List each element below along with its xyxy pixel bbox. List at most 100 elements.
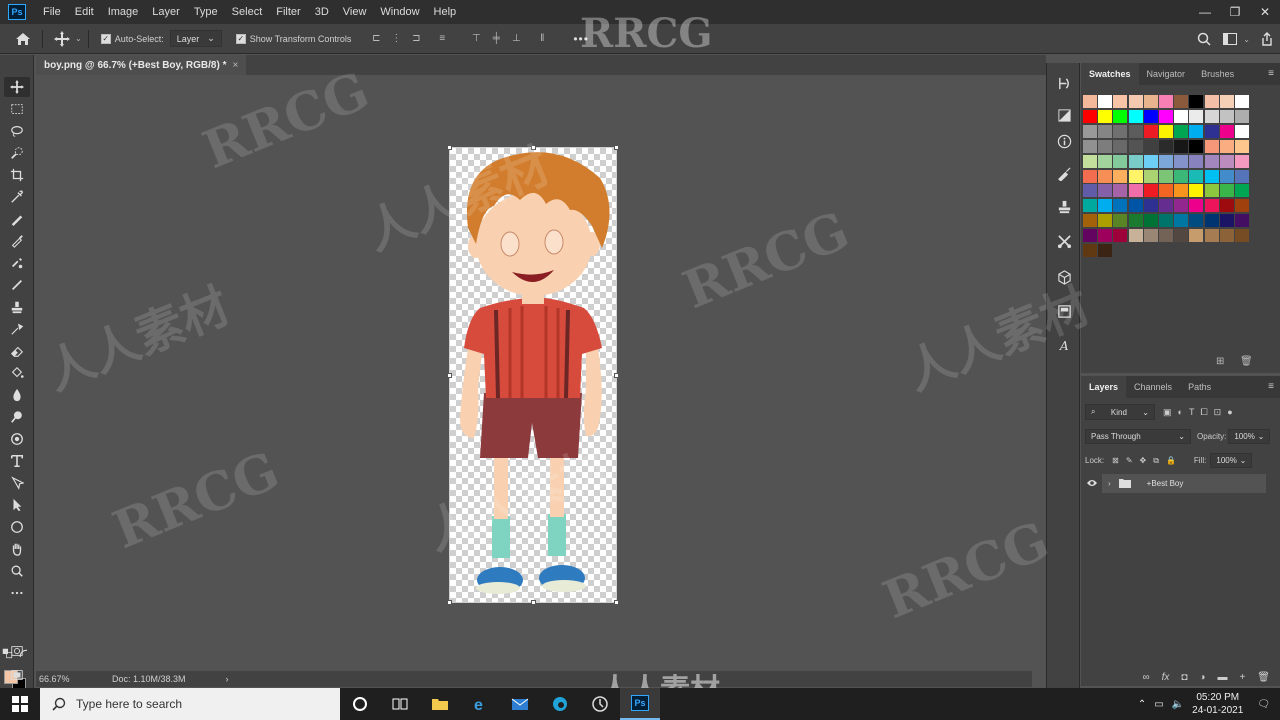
color-swatch[interactable] xyxy=(1219,169,1234,183)
color-swatch[interactable] xyxy=(1113,199,1128,213)
healing-brush-tool-icon[interactable] xyxy=(4,209,30,229)
color-swatch[interactable] xyxy=(1235,229,1249,243)
color-swatch[interactable] xyxy=(1113,169,1128,183)
canvas-area[interactable] xyxy=(36,75,1032,671)
color-swatch[interactable] xyxy=(1219,109,1234,123)
align-left-icon[interactable]: ⊏ xyxy=(367,31,385,47)
color-swatch[interactable] xyxy=(1128,95,1143,108)
auto-select-checkbox[interactable]: ✓ Auto-Select: xyxy=(100,33,164,44)
paint-bucket-tool-icon[interactable] xyxy=(4,363,30,383)
menu-file[interactable]: File xyxy=(36,6,68,18)
quick-selection-tool-icon[interactable] xyxy=(4,143,30,163)
color-swatch[interactable] xyxy=(1113,184,1128,198)
zoom-level[interactable]: 66.67% xyxy=(36,674,94,684)
color-swatch[interactable] xyxy=(1083,244,1097,257)
menu-layer[interactable]: Layer xyxy=(145,6,187,18)
color-swatch[interactable] xyxy=(1098,244,1113,257)
color-swatch[interactable] xyxy=(1143,214,1158,228)
menu-help[interactable]: Help xyxy=(427,6,464,18)
color-swatch[interactable] xyxy=(1189,139,1204,153)
color-swatch[interactable] xyxy=(1204,214,1219,228)
panel-menu-icon[interactable]: ≡ xyxy=(1268,381,1274,392)
marquee-tool-icon[interactable] xyxy=(4,99,30,119)
color-swatch[interactable] xyxy=(1128,184,1143,198)
lock-transparent-icon[interactable]: ⊠ xyxy=(1112,456,1119,465)
art-history-brush-icon[interactable] xyxy=(4,319,30,339)
color-swatch[interactable] xyxy=(1083,184,1097,198)
color-swatch[interactable] xyxy=(1235,154,1249,168)
color-swatch[interactable] xyxy=(1113,95,1128,108)
transform-handle[interactable] xyxy=(531,600,536,605)
color-swatch[interactable] xyxy=(1174,154,1189,168)
network-icon[interactable]: ▭ xyxy=(1154,699,1163,710)
quick-mask-icon[interactable] xyxy=(4,641,30,661)
clone-source-icon[interactable] xyxy=(1054,197,1074,217)
color-swatch[interactable] xyxy=(1174,169,1189,183)
lock-position-icon[interactable]: ✥ xyxy=(1140,456,1147,465)
move-tool-icon[interactable] xyxy=(4,77,30,97)
opacity-field[interactable]: 100% ⌄ xyxy=(1228,429,1271,444)
document-canvas[interactable] xyxy=(447,145,619,605)
lasso-tool-icon[interactable] xyxy=(4,121,30,141)
align-right-icon[interactable]: ⊐ xyxy=(407,31,425,47)
menu-edit[interactable]: Edit xyxy=(68,6,101,18)
color-swatch[interactable] xyxy=(1083,139,1097,153)
color-swatch[interactable] xyxy=(1204,109,1219,123)
transform-handle[interactable] xyxy=(531,145,536,150)
panel-menu-icon[interactable]: ≡ xyxy=(1268,68,1274,79)
color-swatch[interactable] xyxy=(1159,169,1173,183)
new-layer-icon[interactable]: + xyxy=(1239,672,1245,683)
color-swatch[interactable] xyxy=(1128,139,1143,153)
color-swatch[interactable] xyxy=(1219,139,1234,153)
crop-tool-icon[interactable] xyxy=(4,165,30,185)
smart-object-filter-icon[interactable]: ⊡ xyxy=(1214,407,1222,418)
color-swatch[interactable] xyxy=(1189,169,1204,183)
hand-tool-icon[interactable] xyxy=(4,539,30,559)
adjustments-icon[interactable] xyxy=(1054,105,1074,125)
transform-handle[interactable] xyxy=(614,373,619,378)
menu-select[interactable]: Select xyxy=(225,6,270,18)
menu-filter[interactable]: Filter xyxy=(269,6,307,18)
dodge-tool-icon[interactable] xyxy=(4,407,30,427)
color-swatch[interactable] xyxy=(1128,169,1143,183)
align-center-icon[interactable]: ⋮ xyxy=(387,31,405,47)
blur-tool-icon[interactable] xyxy=(4,385,30,405)
color-swatch[interactable] xyxy=(1098,154,1113,168)
type-filter-icon[interactable]: T xyxy=(1189,407,1195,417)
color-swatch[interactable] xyxy=(1204,169,1219,183)
screen-mode-icon[interactable] xyxy=(4,665,30,685)
distribute-icon[interactable]: ≡ xyxy=(433,31,451,47)
color-swatch[interactable] xyxy=(1204,199,1219,213)
notifications-icon[interactable]: 🗨 xyxy=(1257,699,1270,710)
photoshop-taskbar-icon[interactable]: Ps xyxy=(620,688,660,720)
color-swatch[interactable] xyxy=(1235,169,1249,183)
more-options-button[interactable]: ••• xyxy=(573,32,589,46)
color-swatch[interactable] xyxy=(1189,184,1204,198)
color-swatch[interactable] xyxy=(1098,95,1113,108)
transform-handle[interactable] xyxy=(614,600,619,605)
transform-handle[interactable] xyxy=(447,600,452,605)
eye-icon[interactable] xyxy=(1086,478,1098,488)
color-swatch[interactable] xyxy=(1143,169,1158,183)
color-swatch[interactable] xyxy=(1189,199,1204,213)
menu-type[interactable]: Type xyxy=(187,6,225,18)
color-swatch[interactable] xyxy=(1219,184,1234,198)
color-swatch[interactable] xyxy=(1189,124,1204,138)
color-swatch[interactable] xyxy=(1159,139,1173,153)
delete-layer-icon[interactable]: 🗑 xyxy=(1257,672,1270,683)
move-tool-preset-icon[interactable] xyxy=(49,28,75,50)
layer-row-best-boy[interactable]: › +Best Boy xyxy=(1102,474,1266,493)
color-swatch[interactable] xyxy=(1083,124,1097,138)
distribute-vertical-icon[interactable]: ‖ xyxy=(533,31,551,47)
close-icon[interactable]: ✕ xyxy=(1250,0,1280,24)
history-icon[interactable] xyxy=(1054,73,1074,93)
properties-icon[interactable] xyxy=(1054,301,1074,321)
clock[interactable]: 05:20 PM 24-01-2021 xyxy=(1192,691,1243,717)
color-swatch[interactable] xyxy=(1235,109,1249,123)
zoom-tool-icon[interactable] xyxy=(4,561,30,581)
chevron-down-icon[interactable]: ⌄ xyxy=(1243,35,1250,44)
color-swatch[interactable] xyxy=(1159,124,1173,138)
color-swatch[interactable] xyxy=(1128,124,1143,138)
color-swatch[interactable] xyxy=(1235,95,1249,108)
chevron-down-icon[interactable]: ⌄ xyxy=(75,34,82,43)
